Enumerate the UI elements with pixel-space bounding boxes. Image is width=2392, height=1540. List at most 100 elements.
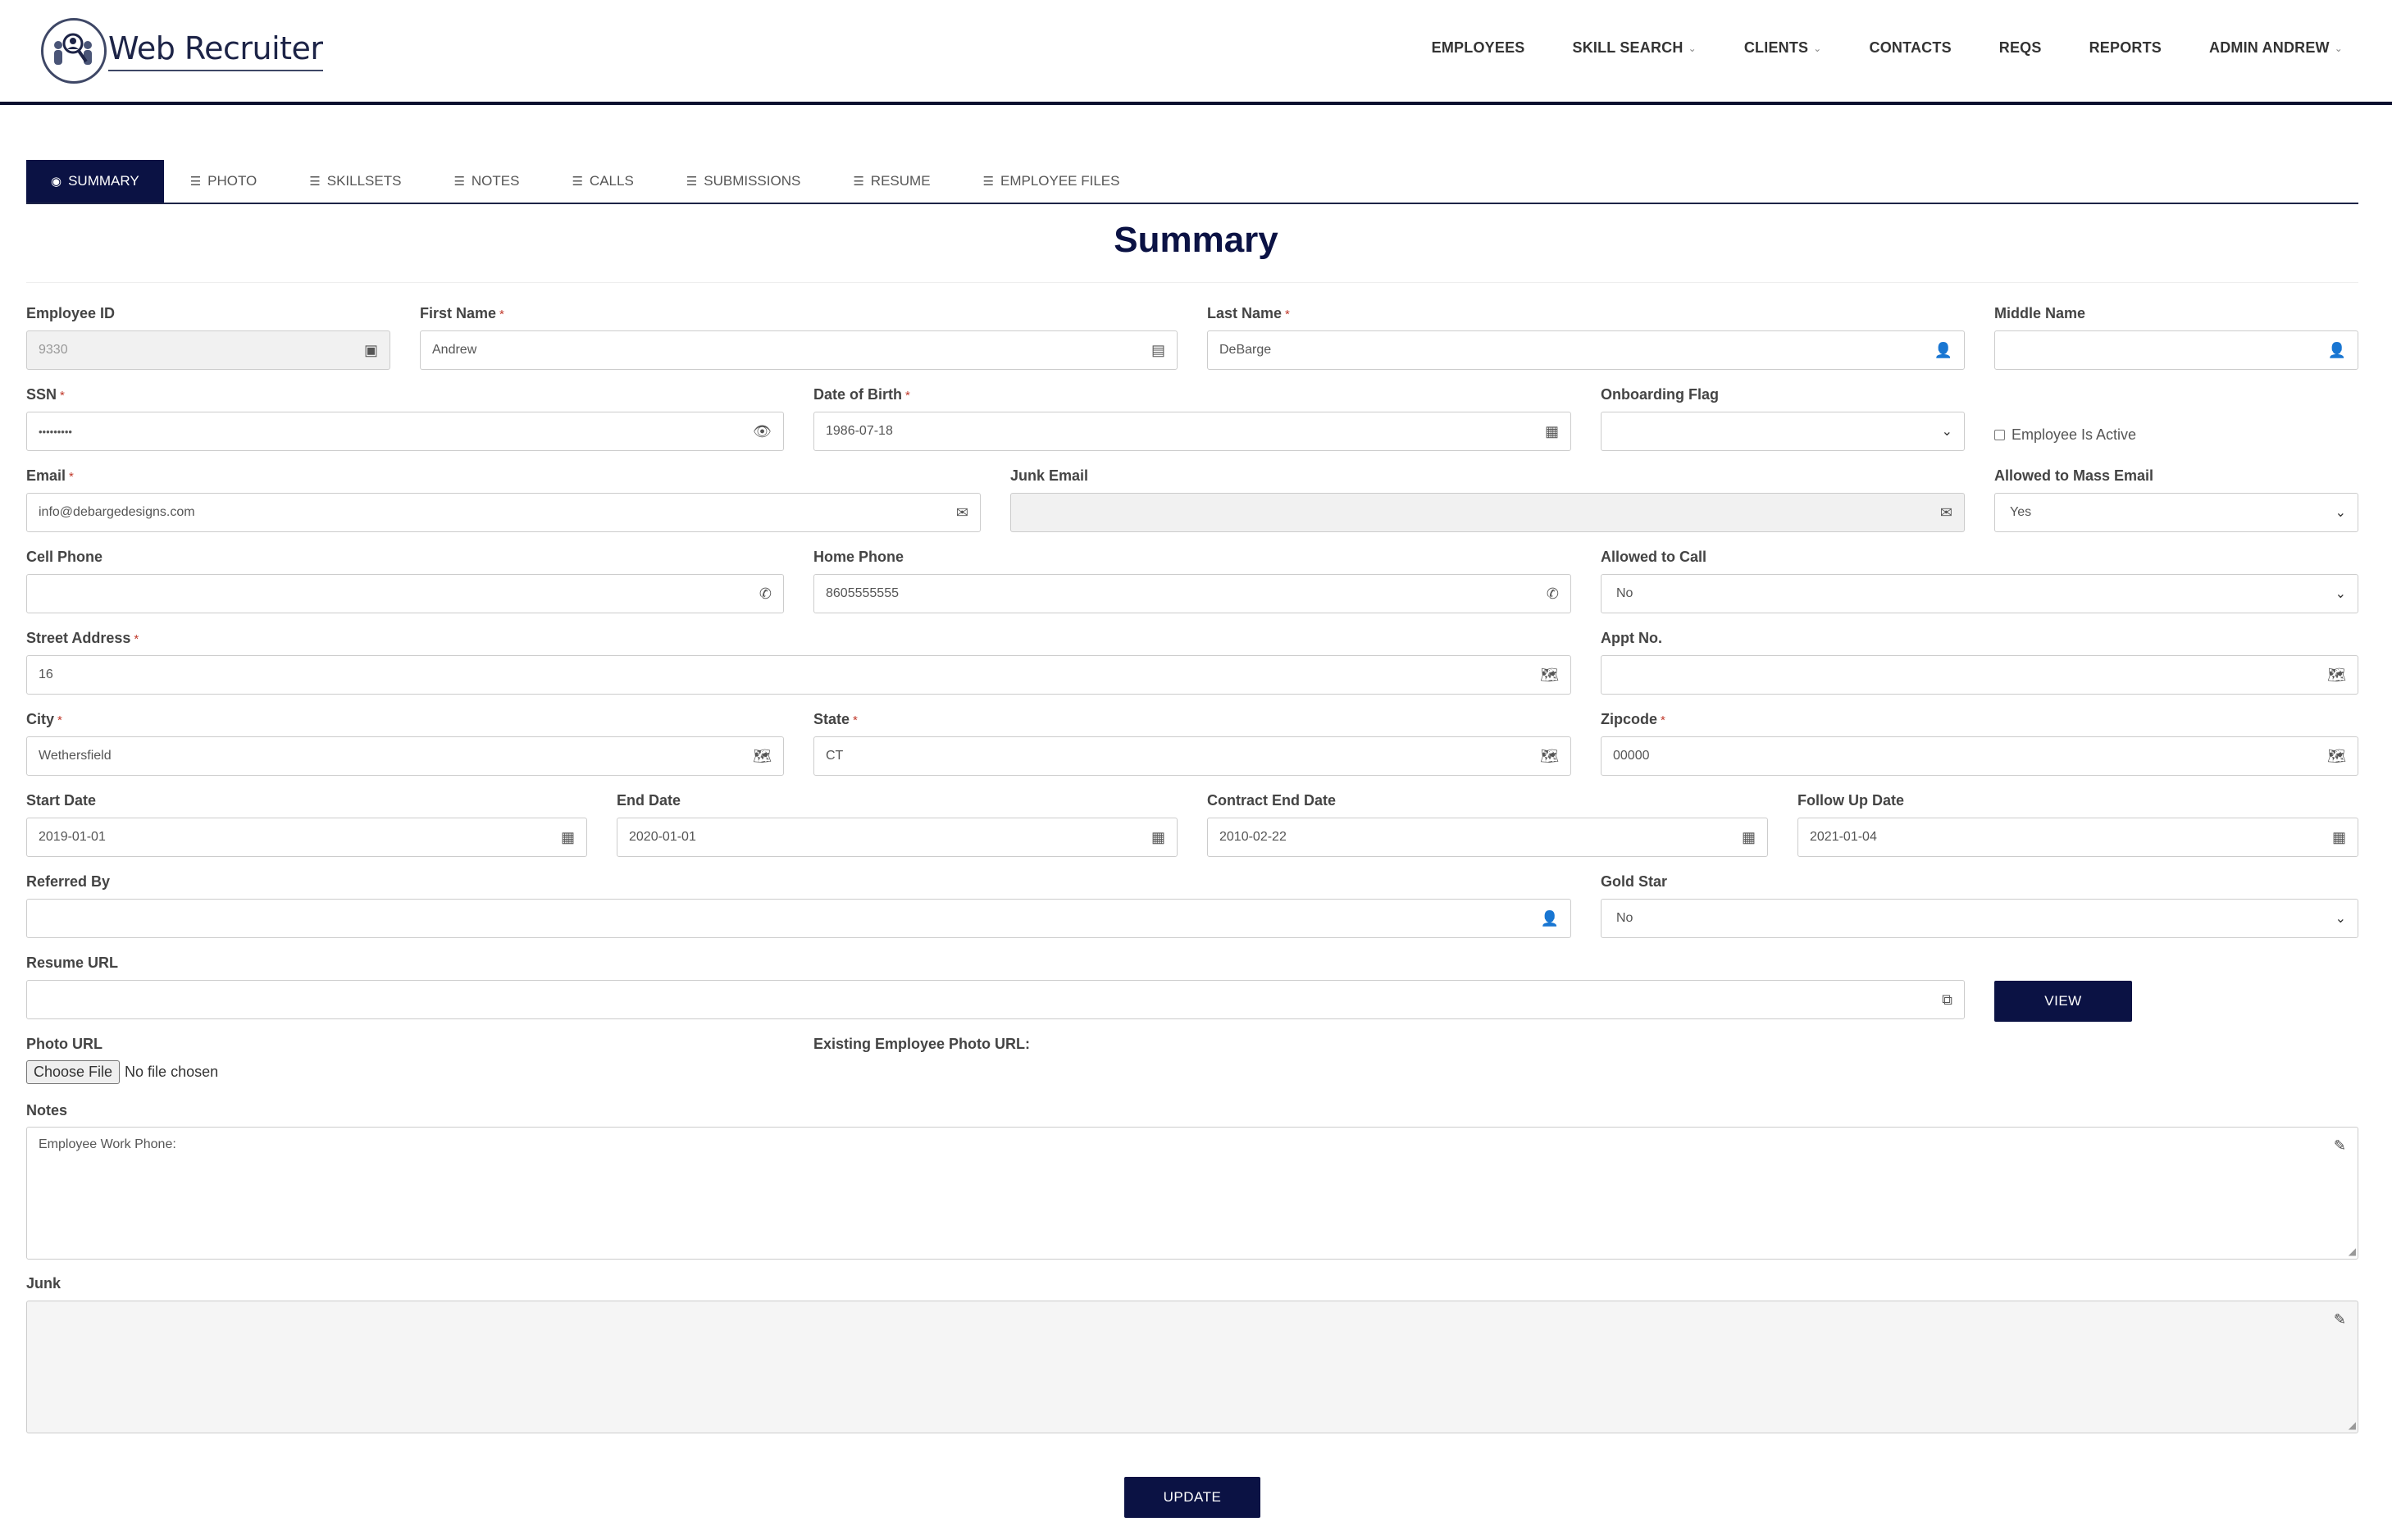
dob-field[interactable]: 1986-07-18 ▦ <box>813 412 1571 451</box>
tab-employee-files[interactable]: ☰ EMPLOYEE FILES <box>957 160 1146 203</box>
nav-item-label: SKILL SEARCH <box>1572 39 1684 56</box>
nav-item-label: REPORTS <box>2089 39 2162 56</box>
email-label: Email * <box>26 467 74 484</box>
junk-label: Junk <box>26 1275 62 1292</box>
tab-calls[interactable]: ☰ CALLS <box>545 160 659 203</box>
list-icon: ☰ <box>982 175 994 189</box>
calendar-icon[interactable]: ▦ <box>1545 423 1559 440</box>
tab-photo[interactable]: ☰ PHOTO <box>164 160 284 203</box>
envelope-icon: ✉ <box>955 504 968 521</box>
list-icon: ☰ <box>309 175 321 189</box>
tab-label: RESUME <box>870 173 931 189</box>
middle-name-field[interactable]: 👤 <box>1994 330 2358 370</box>
resize-grip-icon[interactable]: ◢ <box>2349 1246 2356 1257</box>
chevron-down-icon: ⌄ <box>2334 42 2343 54</box>
user-circle-icon: ◉ <box>51 175 62 189</box>
city-label: City * <box>26 711 62 727</box>
list-icon: ☰ <box>853 175 864 189</box>
tab-skillsets[interactable]: ☰ SKILLSETS <box>283 160 427 203</box>
onboarding-flag-select[interactable]: ⌄ <box>1601 412 1965 451</box>
logo-text: Web Recruiter <box>108 30 323 71</box>
chevron-down-icon: ⌄ <box>2335 912 2346 926</box>
zipcode-label: Zipcode * <box>1601 711 1665 727</box>
nav-item-contacts[interactable]: CONTACTS <box>1870 39 1952 57</box>
home-phone-label: Home Phone <box>813 549 904 565</box>
last-name-field[interactable]: DeBarge 👤 <box>1207 330 1965 370</box>
notes-textarea[interactable]: Employee Work Phone: ✎ ◢ <box>26 1127 2358 1260</box>
user-icon: 👤 <box>1540 910 1559 927</box>
junk-email-field: ✉ <box>1010 493 1965 532</box>
tab-resume[interactable]: ☰ RESUME <box>827 160 956 203</box>
eye-slash-icon[interactable]: 👁 <box>753 423 772 440</box>
calendar-icon[interactable]: ▦ <box>1742 829 1756 845</box>
checkbox-box[interactable] <box>1994 430 2005 440</box>
nav-item-employees[interactable]: EMPLOYEES <box>1432 39 1525 57</box>
view-button[interactable]: VIEW <box>1994 981 2132 1022</box>
city-field[interactable]: Wethersfield 🗺 <box>26 736 784 776</box>
phone-icon: ✆ <box>759 585 772 602</box>
allowed-call-label: Allowed to Call <box>1601 549 1707 565</box>
referred-by-field[interactable]: 👤 <box>26 899 1571 938</box>
first-name-label: First Name * <box>420 305 504 321</box>
tab-notes[interactable]: ☰ NOTES <box>427 160 545 203</box>
appt-field[interactable]: 🗺 <box>1601 655 2358 695</box>
contract-end-date-label: Contract End Date <box>1207 792 1337 809</box>
calendar-icon[interactable]: ▦ <box>561 829 575 845</box>
nav-item-admin-andrew[interactable]: ADMIN ANDREW ⌄ <box>2209 39 2343 57</box>
mass-email-label: Allowed to Mass Email <box>1994 467 2154 484</box>
update-button[interactable]: UPDATE <box>1124 1477 1260 1518</box>
follow-up-date-label: Follow Up Date <box>1797 792 1904 809</box>
user-icon: 👤 <box>1934 342 1952 358</box>
junk-textarea[interactable]: ✎ ◢ <box>26 1301 2358 1433</box>
start-date-field[interactable]: 2019-01-01 ▦ <box>26 818 587 857</box>
gold-star-select[interactable]: No ⌄ <box>1601 899 2358 938</box>
map-icon: 🗺 <box>2327 667 2346 683</box>
chevron-down-icon: ⌄ <box>1813 42 1822 54</box>
external-link-icon[interactable]: ⧉ <box>1942 991 1952 1008</box>
list-icon: ☰ <box>686 175 698 189</box>
list-icon: ☰ <box>453 175 465 189</box>
zipcode-field[interactable]: 00000 🗺 <box>1601 736 2358 776</box>
nav-item-reports[interactable]: REPORTS <box>2089 39 2162 57</box>
employee-id-field: 9330 ▣ <box>26 330 390 370</box>
allowed-call-select[interactable]: No ⌄ <box>1601 574 2358 613</box>
contract-end-date-field[interactable]: 2010-02-22 ▦ <box>1207 818 1768 857</box>
tab-label: SKILLSETS <box>326 173 402 189</box>
photo-file-input[interactable]: Choose File No file chosen <box>26 1060 218 1084</box>
gold-star-label: Gold Star <box>1601 873 1668 890</box>
email-field[interactable]: info@debargedesigns.com ✉ <box>26 493 981 532</box>
cell-phone-field[interactable]: ✆ <box>26 574 784 613</box>
choose-file-button[interactable]: Choose File <box>26 1060 121 1084</box>
state-field[interactable]: CT 🗺 <box>813 736 1571 776</box>
calendar-icon[interactable]: ▦ <box>2332 829 2346 845</box>
end-date-field[interactable]: 2020-01-01 ▦ <box>617 818 1178 857</box>
tab-submissions[interactable]: ☰ SUBMISSIONS <box>660 160 827 203</box>
nav-item-label: CONTACTS <box>1869 39 1952 56</box>
tab-label: SUMMARY <box>68 173 139 189</box>
resize-grip-icon[interactable]: ◢ <box>2349 1419 2356 1431</box>
first-name-field[interactable]: Andrew ▤ <box>420 330 1178 370</box>
street-label: Street Address * <box>26 630 139 646</box>
page-title: Summary <box>1114 220 1278 260</box>
nav-item-skill-search[interactable]: SKILL SEARCH ⌄ <box>1572 39 1696 57</box>
home-phone-field[interactable]: 8605555555 ✆ <box>813 574 1571 613</box>
appt-label: Appt No. <box>1601 630 1662 646</box>
user-icon: 👤 <box>2327 342 2346 358</box>
nav-item-reqs[interactable]: REQS <box>1999 39 2042 57</box>
street-field[interactable]: 16 🗺 <box>26 655 1571 695</box>
tab-label: PHOTO <box>207 173 257 189</box>
tab-summary[interactable]: ◉ SUMMARY <box>26 160 164 203</box>
resume-url-field[interactable]: ⧉ <box>26 980 1965 1019</box>
app-logo[interactable]: Web Recruiter <box>41 13 323 89</box>
follow-up-date-field[interactable]: 2021-01-04 ▦ <box>1797 818 2358 857</box>
map-icon: 🗺 <box>1540 667 1559 683</box>
tab-label: SUBMISSIONS <box>704 173 801 189</box>
nav-item-clients[interactable]: CLIENTS ⌄ <box>1744 39 1822 57</box>
notes-label: Notes <box>26 1102 68 1119</box>
mass-email-select[interactable]: Yes ⌄ <box>1994 493 2358 532</box>
chevron-down-icon: ⌄ <box>2335 506 2346 520</box>
employee-active-checkbox[interactable]: Employee Is Active <box>1994 426 2136 444</box>
ssn-field[interactable]: ••••••••• 👁 <box>26 412 784 451</box>
chevron-down-icon: ⌄ <box>1688 42 1697 54</box>
calendar-icon[interactable]: ▦ <box>1151 829 1165 845</box>
